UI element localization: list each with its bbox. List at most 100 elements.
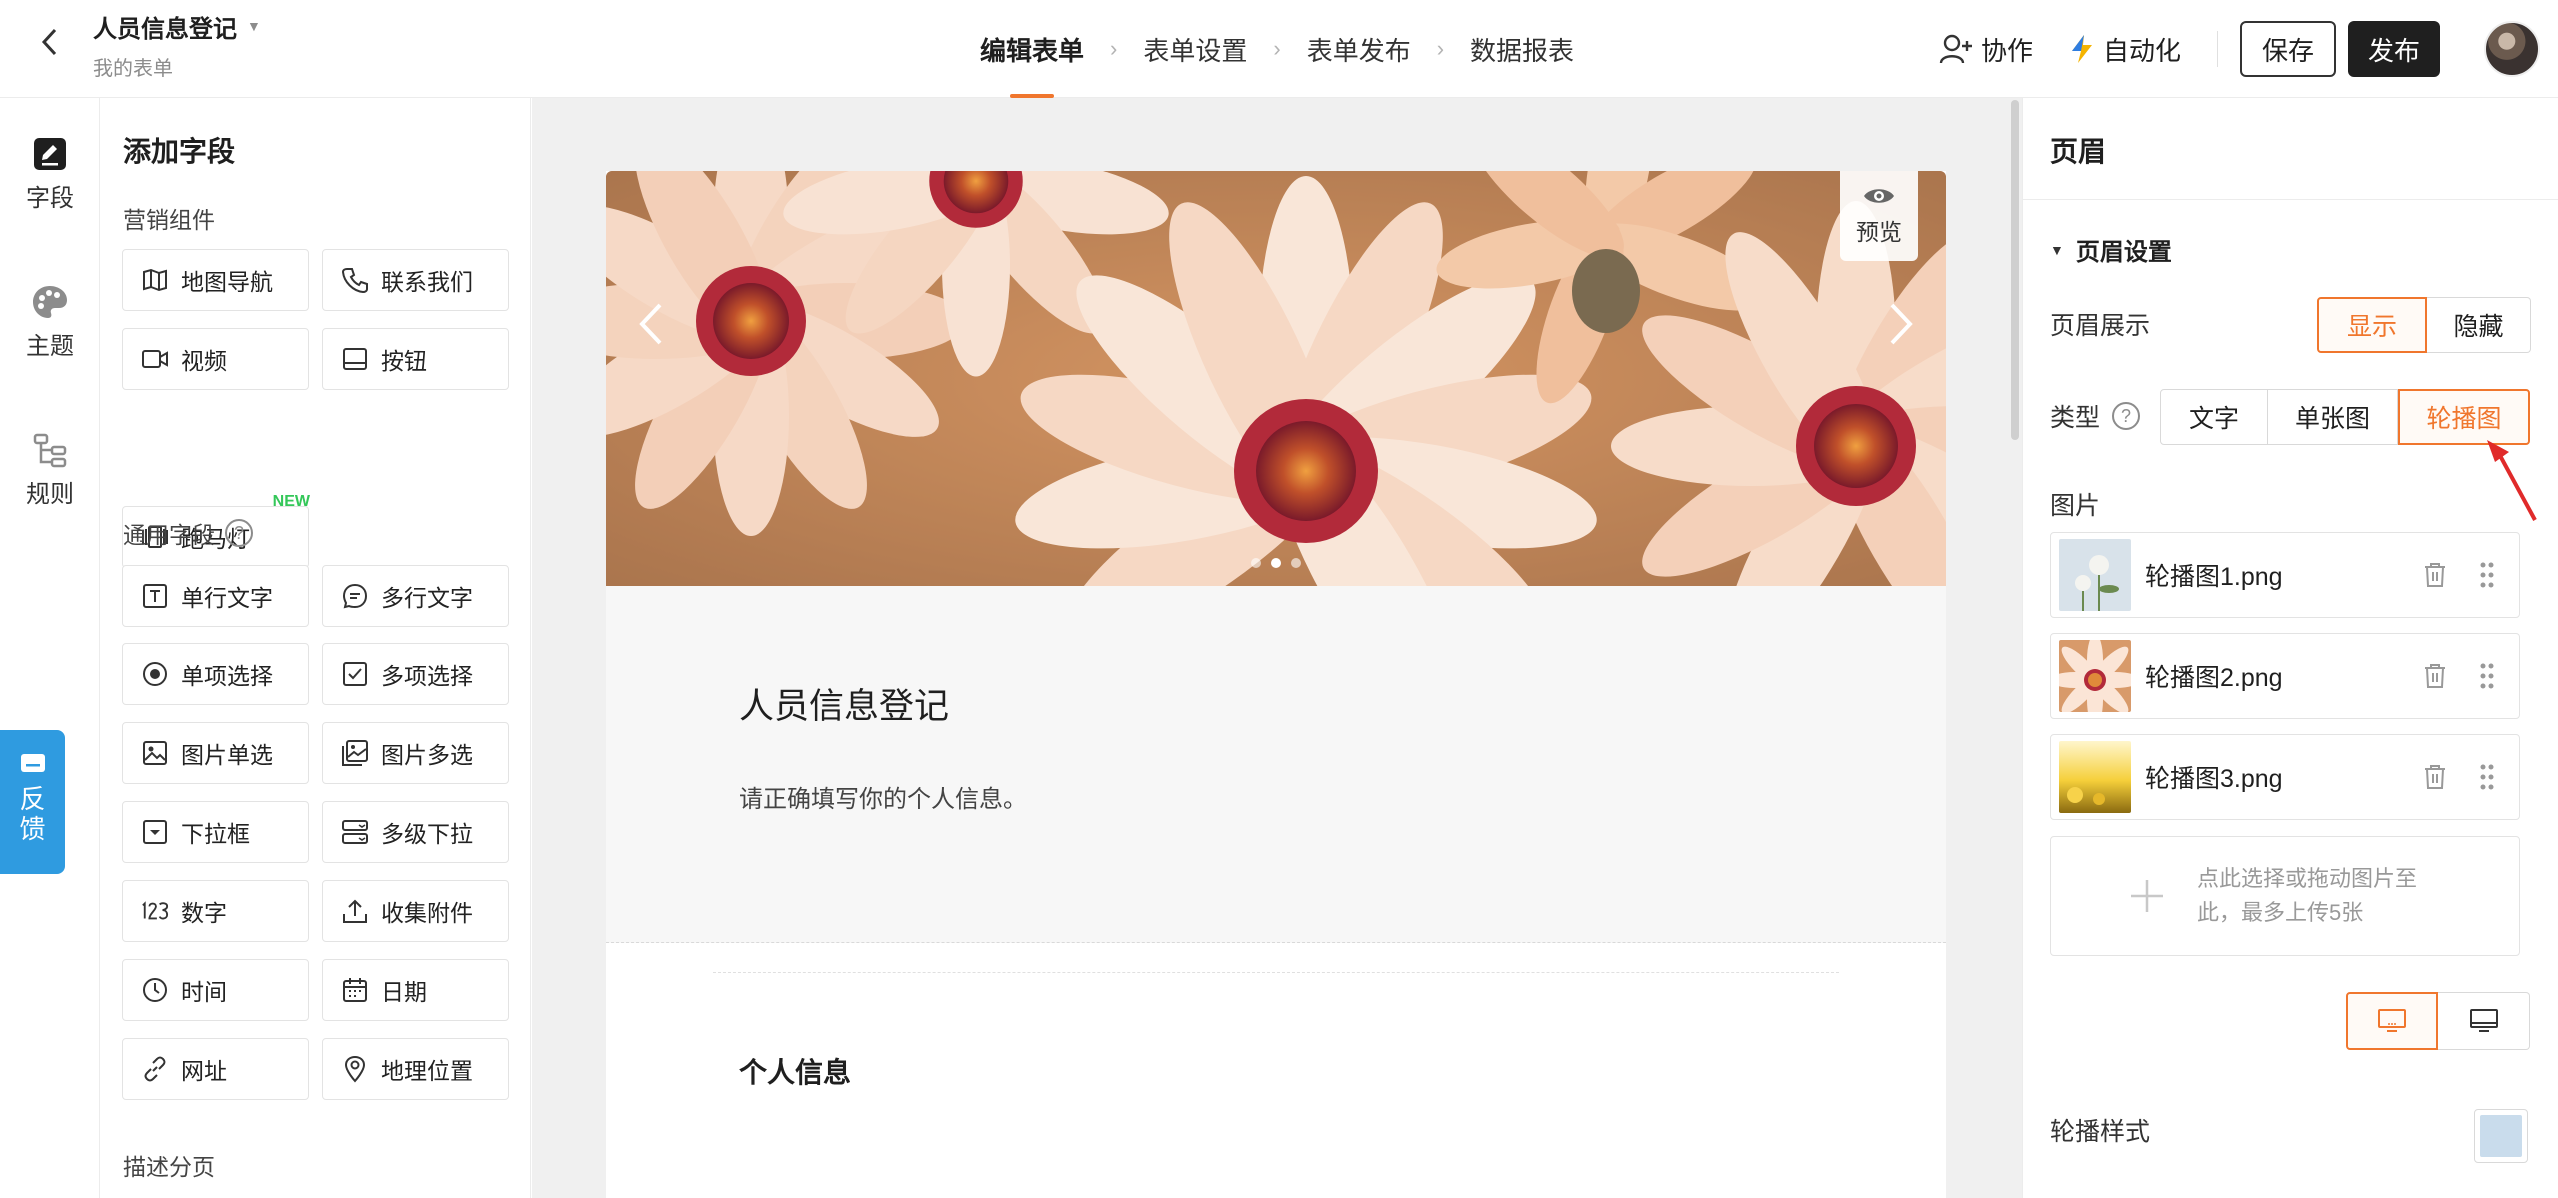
field-label: 多级下拉 bbox=[381, 821, 473, 847]
preview-button[interactable]: 预览 bbox=[1840, 171, 1918, 261]
drag-handle-icon[interactable] bbox=[2467, 656, 2507, 696]
caret-down-icon: ▼ bbox=[247, 18, 261, 34]
section-label: 营销组件 bbox=[123, 207, 215, 233]
eye-icon bbox=[1864, 189, 1894, 203]
field-cascade-dropdown[interactable]: 多级下拉 bbox=[322, 801, 509, 863]
form-description[interactable]: 请正确填写你的个人信息。 bbox=[739, 779, 1027, 814]
type-text[interactable]: 文字 bbox=[2160, 389, 2268, 445]
collaborate-button[interactable]: 协作 bbox=[1939, 31, 2033, 68]
trash-icon[interactable] bbox=[2415, 757, 2455, 797]
field-video[interactable]: 视频 bbox=[122, 328, 309, 390]
feedback-label-2: 馈 bbox=[19, 814, 46, 844]
carousel-dot[interactable] bbox=[1291, 558, 1301, 568]
image-item[interactable]: 轮播图2.png bbox=[2050, 633, 2520, 719]
preview-label: 预览 bbox=[1856, 219, 1902, 245]
option-show[interactable]: 显示 bbox=[2317, 297, 2427, 353]
field-single-choice[interactable]: 单项选择 bbox=[122, 643, 309, 705]
field-single-line-text[interactable]: 单行文字 bbox=[122, 565, 309, 627]
label-text: 轮播样式 bbox=[2050, 1118, 2151, 1146]
rail-item-fields[interactable]: 字段 bbox=[0, 136, 100, 213]
carousel-dot-active[interactable] bbox=[1271, 558, 1281, 568]
avatar[interactable] bbox=[2484, 21, 2540, 77]
new-badge: NEW bbox=[272, 493, 310, 510]
trash-icon[interactable] bbox=[2415, 555, 2455, 595]
field-image-single[interactable]: 图片单选 bbox=[122, 722, 309, 784]
image-item[interactable]: 轮播图3.png bbox=[2050, 734, 2520, 820]
form-card: 预览 人员信息登记 请正确填写你的个人信息。 个人信息 bbox=[606, 171, 1946, 1198]
annotation-arrow bbox=[2487, 440, 2537, 521]
field-attachment[interactable]: 收集附件 bbox=[322, 880, 509, 942]
rail-item-label: 主题 bbox=[26, 333, 74, 360]
user-plus-icon bbox=[1939, 34, 1972, 64]
field-label: 网址 bbox=[181, 1058, 227, 1084]
palette-icon bbox=[33, 286, 67, 318]
image-upload-dropzone[interactable]: 点此选择或拖动图片至此，最多上传5张 bbox=[2050, 836, 2520, 956]
field-date[interactable]: 日期 bbox=[322, 959, 509, 1021]
type-single-image[interactable]: 单张图 bbox=[2268, 389, 2398, 445]
image-radio-icon bbox=[141, 739, 169, 767]
section-label: 描述分页 bbox=[123, 1154, 215, 1180]
field-label: 图片单选 bbox=[181, 742, 273, 768]
label-text: 类型 bbox=[2050, 404, 2101, 432]
field-label: 按钮 bbox=[381, 348, 427, 374]
back-button[interactable] bbox=[30, 22, 70, 62]
field-time[interactable]: 时间 bbox=[122, 959, 309, 1021]
step-edit-form[interactable]: 编辑表单 bbox=[980, 0, 1084, 98]
carousel-prev-button[interactable] bbox=[626, 289, 676, 359]
field-contact-us[interactable]: 联系我们 bbox=[322, 249, 509, 311]
field-map-nav[interactable]: 地图导航 bbox=[122, 249, 309, 311]
monitor-icon bbox=[2469, 1009, 2498, 1032]
form-title-dropdown[interactable]: 人员信息登记 ▼ bbox=[93, 10, 261, 43]
text-field-icon bbox=[141, 582, 169, 610]
collaborate-label: 协作 bbox=[1980, 35, 2033, 66]
image-item[interactable]: 轮播图1.png bbox=[2050, 532, 2520, 618]
trash-icon[interactable] bbox=[2415, 656, 2455, 696]
automation-button[interactable]: 自动化 bbox=[2069, 31, 2181, 68]
drag-handle-icon[interactable] bbox=[2467, 757, 2507, 797]
form-breadcrumb[interactable]: 我的表单 bbox=[93, 52, 261, 81]
save-button[interactable]: 保存 bbox=[2240, 21, 2336, 77]
step-form-settings[interactable]: 表单设置 bbox=[1143, 0, 1247, 98]
form-header-block[interactable]: 人员信息登记 请正确填写你的个人信息。 bbox=[606, 586, 1946, 943]
field-multi-choice[interactable]: 多项选择 bbox=[322, 643, 509, 705]
rail-item-rules[interactable]: 规则 bbox=[0, 432, 100, 509]
bg-color-fill bbox=[2480, 1115, 2522, 1157]
publish-button[interactable]: 发布 bbox=[2348, 21, 2440, 77]
section-label: 通用字段 bbox=[123, 522, 215, 548]
field-dropdown[interactable]: 下拉框 bbox=[122, 801, 309, 863]
field-label: 多行文字 bbox=[381, 585, 473, 611]
field-multi-line-text[interactable]: 多行文字 bbox=[322, 565, 509, 627]
section-describe-page: 描述分页 bbox=[123, 1148, 215, 1182]
option-hide[interactable]: 隐藏 bbox=[2427, 297, 2531, 353]
help-icon[interactable]: ? bbox=[225, 519, 253, 547]
section-title[interactable]: 个人信息 bbox=[739, 1051, 851, 1091]
header-carousel[interactable]: 预览 bbox=[606, 171, 1946, 586]
field-image-multi[interactable]: 图片多选 bbox=[322, 722, 509, 784]
rail-item-label: 规则 bbox=[26, 481, 74, 508]
drag-handle-icon[interactable] bbox=[2467, 555, 2507, 595]
carousel-dot[interactable] bbox=[1251, 558, 1261, 568]
chevron-right-icon: › bbox=[1110, 36, 1118, 61]
bg-color-picker[interactable] bbox=[2474, 1109, 2528, 1163]
step-form-publish[interactable]: 表单发布 bbox=[1307, 0, 1411, 98]
carousel-style-option-2[interactable] bbox=[2438, 992, 2530, 1050]
carousel-style-option-1[interactable] bbox=[2346, 992, 2438, 1050]
form-title-text[interactable]: 人员信息登记 bbox=[739, 678, 949, 729]
carousel-next-button[interactable] bbox=[1876, 289, 1926, 359]
help-icon[interactable]: ? bbox=[2112, 402, 2141, 430]
field-number[interactable]: 数字 bbox=[122, 880, 309, 942]
thumbnail-image bbox=[2059, 539, 2131, 611]
chevron-left-icon bbox=[41, 28, 57, 56]
panel-title: 页眉 bbox=[2050, 136, 2107, 167]
scrollbar-thumb[interactable] bbox=[2011, 100, 2019, 440]
header-settings-collapse[interactable]: ▼ 页眉设置 bbox=[2050, 232, 2172, 267]
field-url[interactable]: 网址 bbox=[122, 1038, 309, 1100]
field-location[interactable]: 地理位置 bbox=[322, 1038, 509, 1100]
field-button[interactable]: 按钮 bbox=[322, 328, 509, 390]
canvas-scrollbar[interactable] bbox=[2008, 98, 2022, 1198]
section-general: 通用字段 ? bbox=[123, 516, 253, 550]
plus-icon bbox=[2131, 880, 2163, 912]
step-data-report[interactable]: 数据报表 bbox=[1470, 0, 1574, 98]
feedback-tab[interactable]: 反 馈 bbox=[0, 730, 65, 874]
rail-item-theme[interactable]: 主题 bbox=[0, 284, 100, 361]
